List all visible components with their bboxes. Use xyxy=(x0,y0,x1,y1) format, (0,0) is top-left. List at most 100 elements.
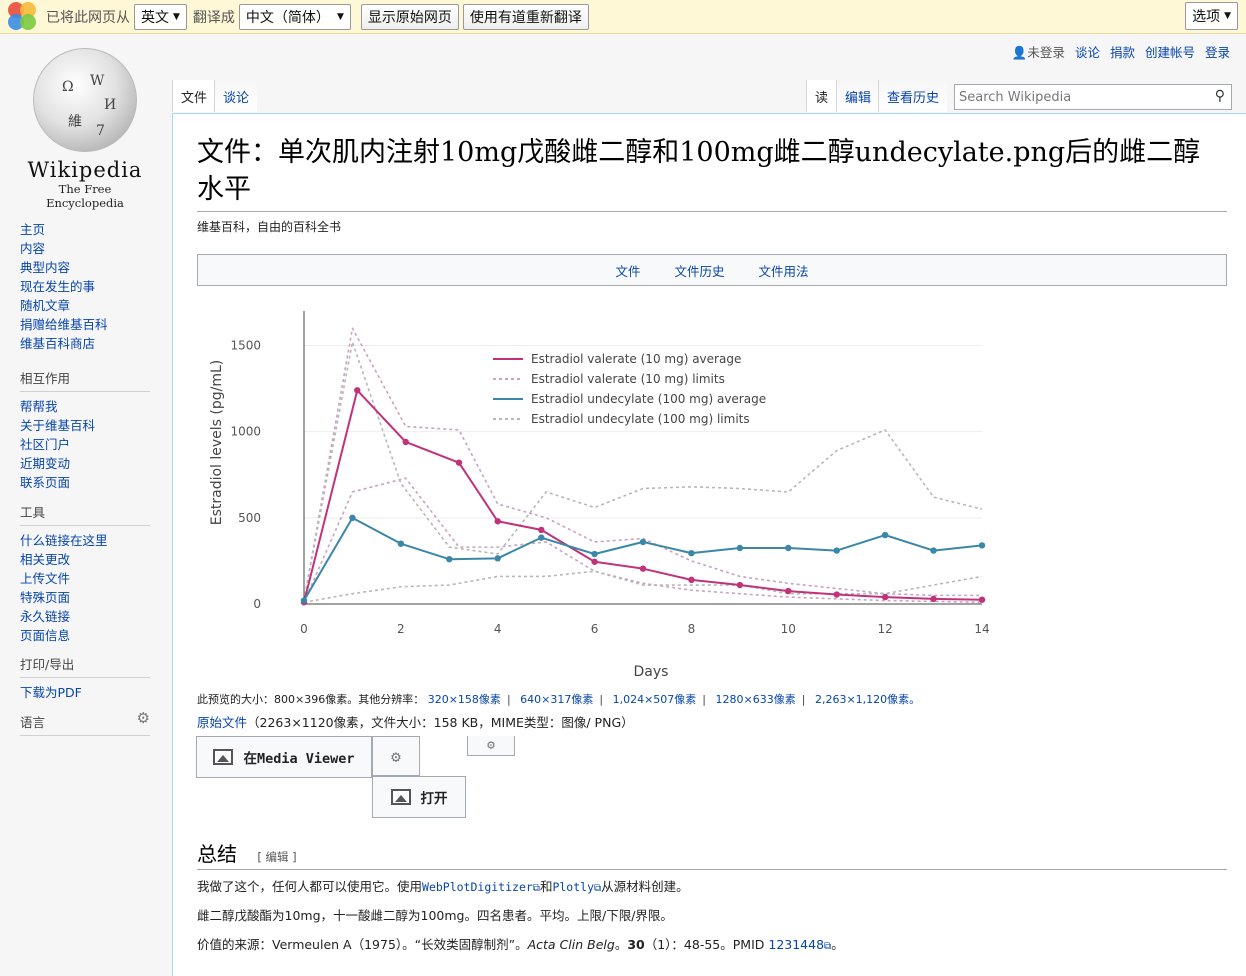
resolution-line: 此预览的大小：800×396像素。其他分辨率： 320×158像素 | 640×3… xyxy=(197,693,921,706)
tab-history[interactable]: 查看历史 xyxy=(878,80,948,112)
resolution-link[interactable]: 640×317像素 xyxy=(520,693,593,706)
legend-label: Estradiol valerate (10 mg) average xyxy=(531,352,741,366)
sidebar-item-what-links-here[interactable]: 什么链接在这里 xyxy=(20,531,150,550)
create-account-link[interactable]: 创建帐号 xyxy=(1145,42,1195,61)
original-file-link[interactable]: 原始文件 xyxy=(197,715,247,730)
search-icon[interactable]: ⚲ xyxy=(1215,88,1225,104)
x-tick-label: 12 xyxy=(878,622,893,636)
sidebar-item-community[interactable]: 社区门户 xyxy=(20,435,150,454)
gear-icon[interactable]: ⚙ xyxy=(137,709,150,727)
sidebar-item-random[interactable]: 随机文章 xyxy=(20,296,150,315)
file-toc: 文件 文件历史 文件用法 xyxy=(197,254,1227,286)
external-link-icon: ⧉ xyxy=(532,883,540,894)
retranslate-button[interactable]: 使用有道重新翻译 xyxy=(462,3,589,30)
sidebar-item-main-page[interactable]: 主页 xyxy=(20,220,150,239)
tab-talk[interactable]: 谈论 xyxy=(214,80,258,112)
sidebar-item-featured[interactable]: 典型内容 xyxy=(20,258,150,277)
legend-label: Estradiol undecylate (100 mg) average xyxy=(531,392,766,406)
chevron-down-icon: ▼ xyxy=(1224,11,1231,21)
data-point xyxy=(591,558,598,565)
page-title: 文件：单次肌内注射10mg戊酸雌二醇和100mg雌二醇undecylate.pn… xyxy=(197,134,1227,212)
data-point xyxy=(494,518,501,525)
series-line xyxy=(303,516,983,602)
chevron-down-icon: ▼ xyxy=(173,11,180,22)
resolution-link[interactable]: 320×158像素 xyxy=(428,693,501,706)
data-point xyxy=(639,538,647,546)
y-tick-label: 1000 xyxy=(230,425,261,439)
target-language-select[interactable]: 中文（简体） ▼ xyxy=(238,3,351,30)
section-heading: 语言 ⚙ xyxy=(20,709,150,736)
talk-link[interactable]: 谈论 xyxy=(1075,42,1100,61)
source-language-select[interactable]: 英文 ▼ xyxy=(134,3,187,30)
section-heading: 工具 xyxy=(20,502,150,526)
sidebar-item-donate[interactable]: 捐赠给维基百科 xyxy=(20,315,150,334)
x-tick-label: 0 xyxy=(300,622,308,636)
sidebar-item-recent-changes[interactable]: 近期变动 xyxy=(20,454,150,473)
gear-icon: ⚙ xyxy=(391,746,401,766)
sidebar-item-store[interactable]: 维基百科商店 xyxy=(20,334,150,353)
sidebar-item-permalink[interactable]: 永久链接 xyxy=(20,607,150,626)
data-point xyxy=(930,595,937,603)
interaction-section: 相互作用 帮帮我 关于维基百科 社区门户 近期变动 联系页面 xyxy=(20,368,150,492)
translate-bar: 已将此网页从 英文 ▼ 翻译成 中文（简体） ▼ 显示原始网页 使用有道重新翻译 选… xyxy=(0,0,1246,34)
data-point xyxy=(349,514,356,522)
data-point xyxy=(978,542,986,549)
volume: 30 xyxy=(627,937,645,952)
tab-file[interactable]: 文件 xyxy=(172,80,216,112)
media-viewer-settings-button[interactable]: ⚙ xyxy=(372,736,420,776)
sidebar-item-about[interactable]: 关于维基百科 xyxy=(20,416,150,435)
summary-paragraph-2: 雌二醇戊酸酯为10mg，十一酸雌二醇为100mg。四名患者。平均。上限/下限/界… xyxy=(197,908,673,923)
data-point xyxy=(881,593,889,601)
options-button[interactable]: 选项 ▼ xyxy=(1185,2,1238,30)
show-original-button[interactable]: 显示原始网页 xyxy=(360,3,459,30)
edit-section-link[interactable]: [ 编辑 ] xyxy=(257,850,296,864)
toc-file-history[interactable]: 文件历史 xyxy=(674,261,724,280)
resolution-link[interactable]: 1,024×507像素 xyxy=(613,693,697,706)
sidebar-item-contents[interactable]: 内容 xyxy=(20,239,150,258)
x-tick-label: 6 xyxy=(591,622,599,636)
data-point xyxy=(455,459,463,466)
sidebar-item-help[interactable]: 帮帮我 xyxy=(20,397,150,416)
sidebar-item-related-changes[interactable]: 相关更改 xyxy=(20,550,150,569)
chevron-down-icon: ▼ xyxy=(337,11,344,22)
media-viewer-button[interactable]: 在Media Viewer xyxy=(196,736,372,778)
image-icon xyxy=(213,749,234,765)
image-icon xyxy=(390,789,411,805)
data-point xyxy=(881,531,889,539)
wikipedia-logo[interactable]: ΩW И維7 Wikipedia The Free Encyclopedia xyxy=(20,48,150,210)
y-tick-label: 0 xyxy=(253,597,261,611)
tab-edit[interactable]: 编辑 xyxy=(836,80,880,112)
data-point xyxy=(538,534,545,541)
plotly-link[interactable]: Plotly xyxy=(552,880,594,894)
estradiol-chart[interactable]: 0 500 1000 1500 0 2 4 6 8 10 12 14 Days Estradiol lev… xyxy=(197,296,997,692)
search-input[interactable]: Search Wikipedia ⚲ xyxy=(954,84,1232,110)
pmid-link[interactable]: 1231448 xyxy=(768,937,824,952)
donate-link[interactable]: 捐款 xyxy=(1110,42,1135,61)
resolution-link[interactable]: 1280×633像素 xyxy=(716,693,796,706)
sidebar-item-page-info[interactable]: 页面信息 xyxy=(20,626,150,645)
series-line xyxy=(303,327,982,601)
open-button[interactable]: 打开 xyxy=(372,776,466,818)
data-point xyxy=(402,438,409,446)
globe-icon: ΩW И維7 xyxy=(33,48,137,152)
data-point xyxy=(397,540,405,547)
tab-read[interactable]: 读 xyxy=(806,80,837,112)
translate-middle: 翻译成 xyxy=(192,9,235,26)
sidebar-item-upload[interactable]: 上传文件 xyxy=(20,569,150,588)
toc-file-usage[interactable]: 文件用法 xyxy=(759,261,809,280)
sidebar-item-special-pages[interactable]: 特殊页面 xyxy=(20,588,150,607)
data-point xyxy=(833,547,840,554)
y-axis-label: Estradiol levels (pg/mL) xyxy=(209,360,225,526)
sidebar: ΩW И維7 Wikipedia The Free Encyclopedia 主… xyxy=(0,34,170,976)
sidebar-item-current-events[interactable]: 现在发生的事 xyxy=(20,277,150,296)
sidebar-item-download-pdf[interactable]: 下载为PDF xyxy=(20,683,150,702)
data-point xyxy=(688,549,695,557)
x-tick-label: 8 xyxy=(688,622,696,636)
chart-series xyxy=(300,327,986,606)
toc-file[interactable]: 文件 xyxy=(615,261,640,280)
resolution-link[interactable]: 2,263×1,120像素。 xyxy=(815,693,920,706)
journal-name: Acta Clin Belg xyxy=(527,937,615,952)
sidebar-item-contact[interactable]: 联系页面 xyxy=(20,473,150,492)
webplotdigitizer-link[interactable]: WebPlotDigitizer xyxy=(422,880,533,894)
login-link[interactable]: 登录 xyxy=(1205,42,1230,61)
